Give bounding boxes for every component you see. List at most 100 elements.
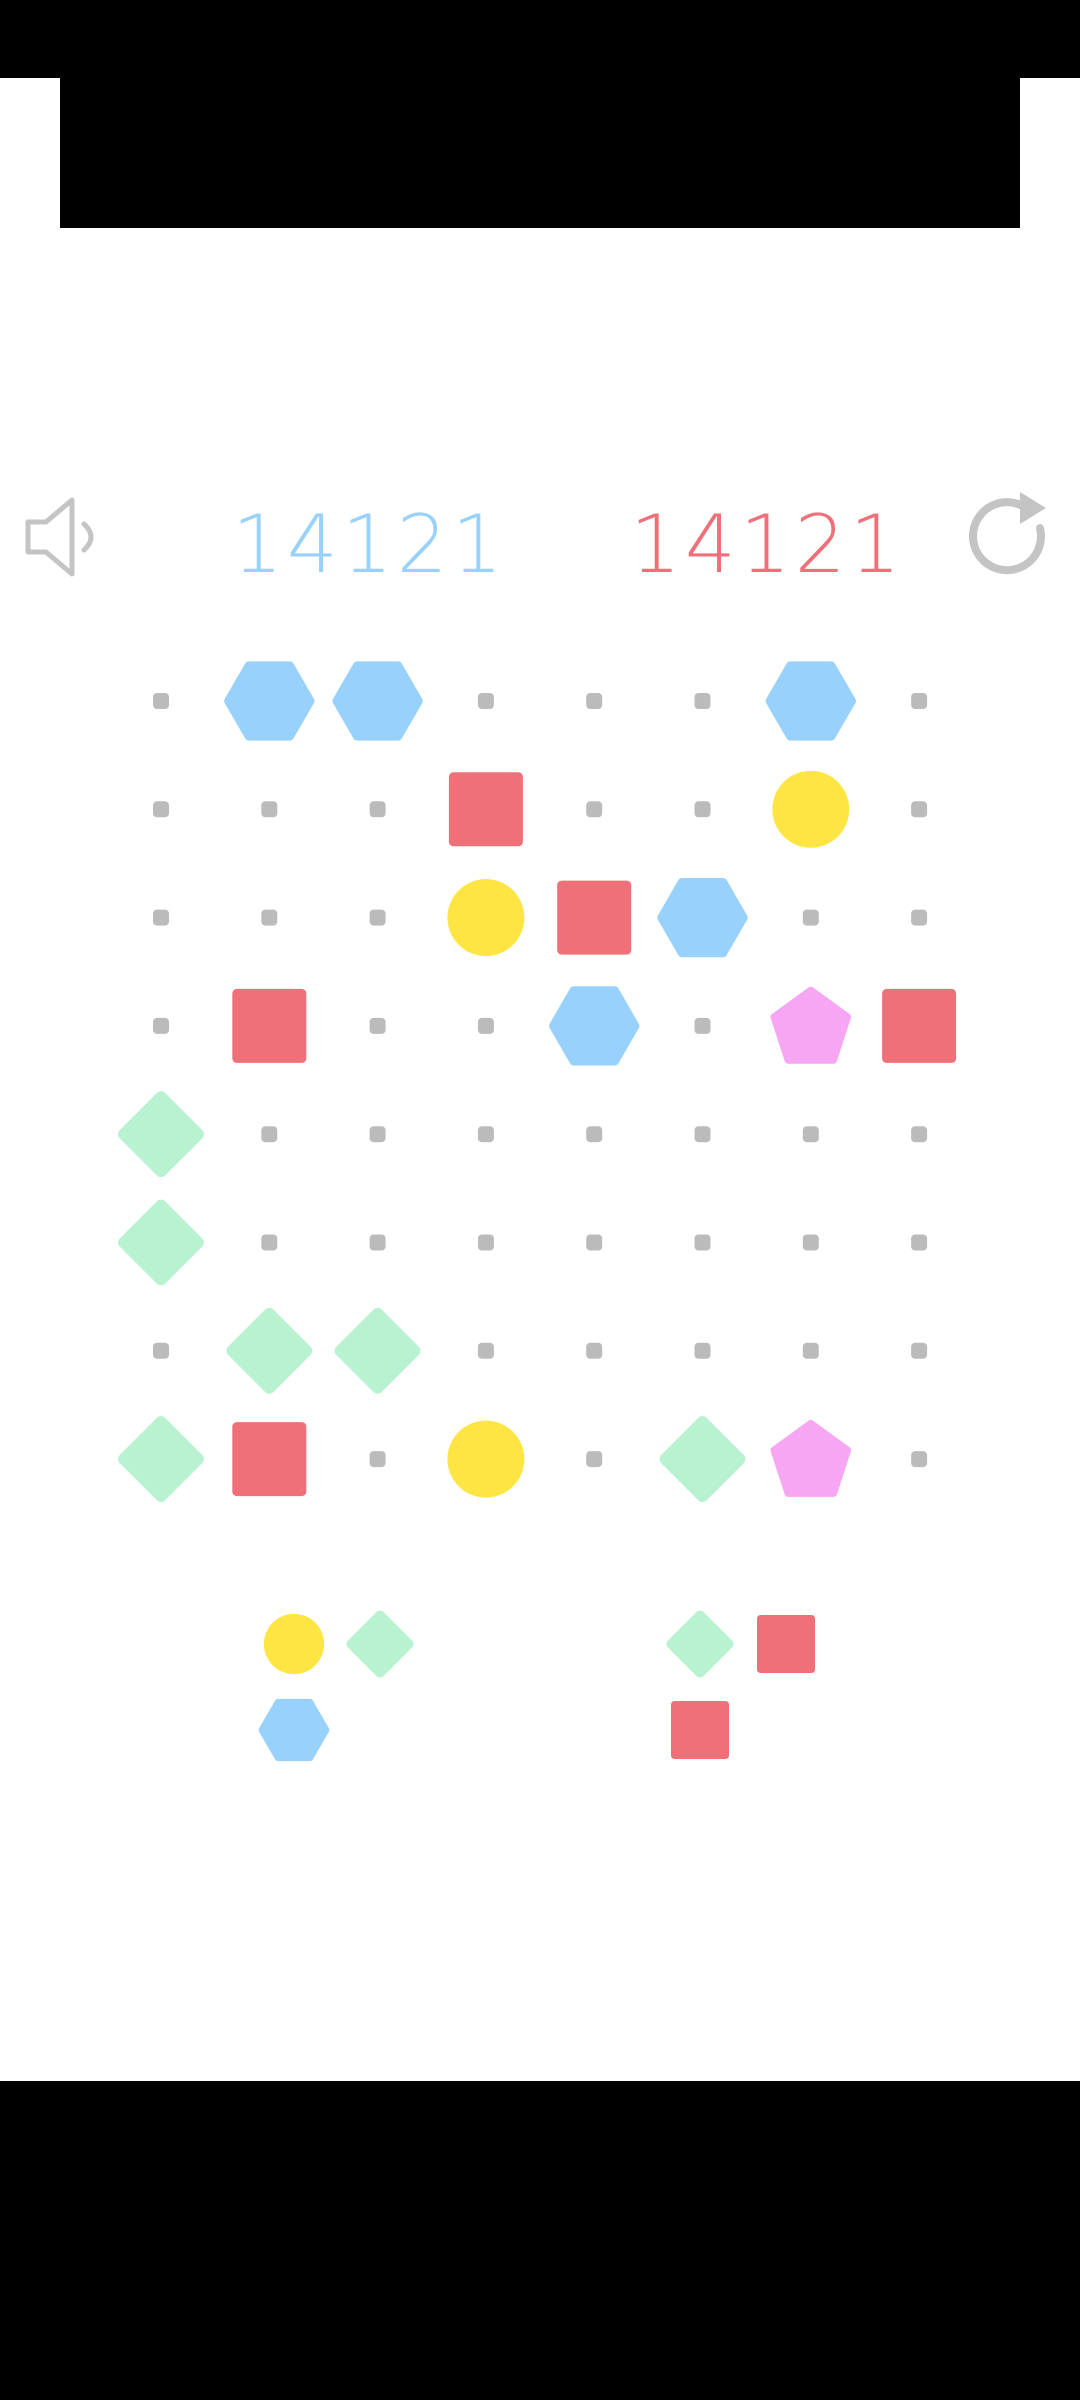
square-icon	[232, 988, 307, 1063]
status-bar	[0, 0, 1080, 78]
empty-dot	[153, 801, 169, 818]
left-piece-tray[interactable]	[254, 1604, 434, 1784]
board-cell[interactable]	[215, 863, 323, 971]
board-cell[interactable]	[540, 972, 648, 1080]
board-cell[interactable]	[323, 1080, 431, 1188]
board-cell[interactable]	[865, 1297, 973, 1405]
board-cell[interactable]	[323, 1188, 431, 1296]
game-board	[107, 647, 973, 1513]
board-cell[interactable]	[648, 1405, 756, 1513]
board-cell[interactable]	[757, 755, 865, 863]
empty-dot	[694, 693, 711, 709]
board-cell[interactable]	[107, 1405, 215, 1513]
board-cell[interactable]	[648, 1188, 756, 1296]
board-cell[interactable]	[432, 1080, 540, 1188]
board-cell[interactable]	[540, 647, 648, 755]
board-cell[interactable]	[432, 647, 540, 755]
board-cell[interactable]	[865, 647, 973, 755]
board-cell[interactable]	[323, 972, 431, 1080]
empty-dot	[477, 1017, 494, 1034]
board-cell[interactable]	[757, 1188, 865, 1296]
board-cell[interactable]	[215, 755, 323, 863]
board-cell[interactable]	[215, 647, 323, 755]
right-piece-tray[interactable]	[660, 1604, 840, 1784]
hexagon-icon	[549, 986, 640, 1066]
board-cell[interactable]	[107, 1080, 215, 1188]
board-cell[interactable]	[432, 863, 540, 971]
board-cell[interactable]	[432, 755, 540, 863]
hexagon-icon	[224, 661, 315, 741]
board-cell[interactable]	[432, 1297, 540, 1405]
board-cell[interactable]	[648, 647, 756, 755]
board-cell[interactable]	[215, 1188, 323, 1296]
board-cell[interactable]	[540, 1405, 648, 1513]
board-cell[interactable]	[107, 1188, 215, 1296]
board-cell[interactable]	[107, 1297, 215, 1405]
board-cell[interactable]	[648, 755, 756, 863]
board-cell[interactable]	[648, 863, 756, 971]
empty-dot	[477, 1234, 494, 1251]
board-cell[interactable]	[215, 972, 323, 1080]
board-cell[interactable]	[865, 1080, 973, 1188]
sound-toggle-button[interactable]	[22, 492, 112, 582]
board-cell[interactable]	[540, 863, 648, 971]
empty-dot	[911, 909, 928, 926]
hexagon-icon	[765, 661, 856, 741]
square-icon	[882, 988, 957, 1063]
empty-dot	[369, 1234, 386, 1251]
board-cell[interactable]	[648, 1080, 756, 1188]
board-cell[interactable]	[323, 755, 431, 863]
board-cell[interactable]	[757, 863, 865, 971]
board-cell[interactable]	[107, 972, 215, 1080]
board-cell[interactable]	[757, 972, 865, 1080]
empty-dot	[911, 1342, 928, 1359]
board-cell[interactable]	[432, 972, 540, 1080]
board-cell[interactable]	[757, 647, 865, 755]
board-cell[interactable]	[215, 1080, 323, 1188]
empty-dot	[694, 1017, 711, 1034]
empty-dot	[369, 1126, 386, 1143]
board-cell[interactable]	[757, 1297, 865, 1405]
board-cell[interactable]	[540, 1080, 648, 1188]
circle-icon	[447, 879, 525, 957]
board-cell[interactable]	[865, 755, 973, 863]
board-cell[interactable]	[432, 1188, 540, 1296]
board-cell[interactable]	[540, 755, 648, 863]
board-cell[interactable]	[107, 755, 215, 863]
board-cell[interactable]	[865, 1188, 973, 1296]
board-cell[interactable]	[648, 1297, 756, 1405]
board-cell[interactable]	[215, 1297, 323, 1405]
empty-dot	[911, 1451, 928, 1468]
board-cell[interactable]	[648, 972, 756, 1080]
empty-dot	[153, 693, 169, 709]
empty-dot	[153, 1342, 169, 1359]
board-cell[interactable]	[107, 647, 215, 755]
square-icon	[557, 880, 632, 955]
tray-piece	[671, 1701, 729, 1759]
board-cell[interactable]	[432, 1405, 540, 1513]
board-cell[interactable]	[323, 1405, 431, 1513]
board-cell[interactable]	[323, 1297, 431, 1405]
board-cell[interactable]	[215, 1405, 323, 1513]
board-cell[interactable]	[865, 972, 973, 1080]
square-icon	[448, 772, 523, 847]
board-cell[interactable]	[865, 1405, 973, 1513]
square-icon	[232, 1422, 307, 1497]
empty-dot	[586, 1451, 603, 1468]
empty-dot	[369, 1451, 386, 1468]
tray-piece	[263, 1613, 325, 1675]
restart-button[interactable]	[964, 488, 1060, 584]
board-cell[interactable]	[323, 863, 431, 971]
board-cell[interactable]	[540, 1297, 648, 1405]
board-cell[interactable]	[107, 863, 215, 971]
circle-icon	[263, 1613, 325, 1675]
board-cell[interactable]	[540, 1188, 648, 1296]
circle-icon	[447, 1420, 525, 1498]
empty-dot	[586, 1234, 603, 1251]
board-cell[interactable]	[323, 647, 431, 755]
board-cell[interactable]	[757, 1080, 865, 1188]
board-cell[interactable]	[865, 863, 973, 971]
empty-dot	[153, 909, 169, 926]
blue-score: 14121	[232, 498, 507, 591]
board-cell[interactable]	[757, 1405, 865, 1513]
